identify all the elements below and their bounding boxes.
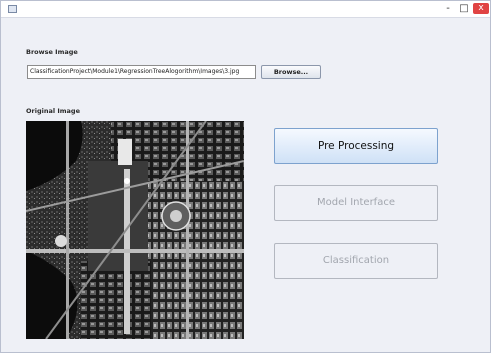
app-window-icon [8, 5, 17, 13]
close-button[interactable]: x [473, 3, 489, 14]
browse-image-label: Browse Image [26, 48, 78, 56]
application-window: - □ x Browse Image ClassificationProject… [0, 0, 491, 353]
image-path-field[interactable]: ClassificationProject\Module1\Regression… [27, 65, 256, 79]
original-image-panel [26, 121, 244, 339]
original-image-label: Original Image [26, 107, 80, 115]
minimize-button[interactable]: - [441, 3, 455, 14]
pre-processing-button[interactable]: Pre Processing [274, 128, 438, 164]
maximize-button[interactable]: □ [457, 3, 471, 14]
title-bar[interactable]: - □ x [1, 1, 490, 18]
satellite-image [26, 121, 244, 339]
classification-button[interactable]: Classification [274, 243, 438, 279]
model-interface-button[interactable]: Model Interface [274, 185, 438, 221]
browse-button[interactable]: Browse... [261, 65, 321, 79]
